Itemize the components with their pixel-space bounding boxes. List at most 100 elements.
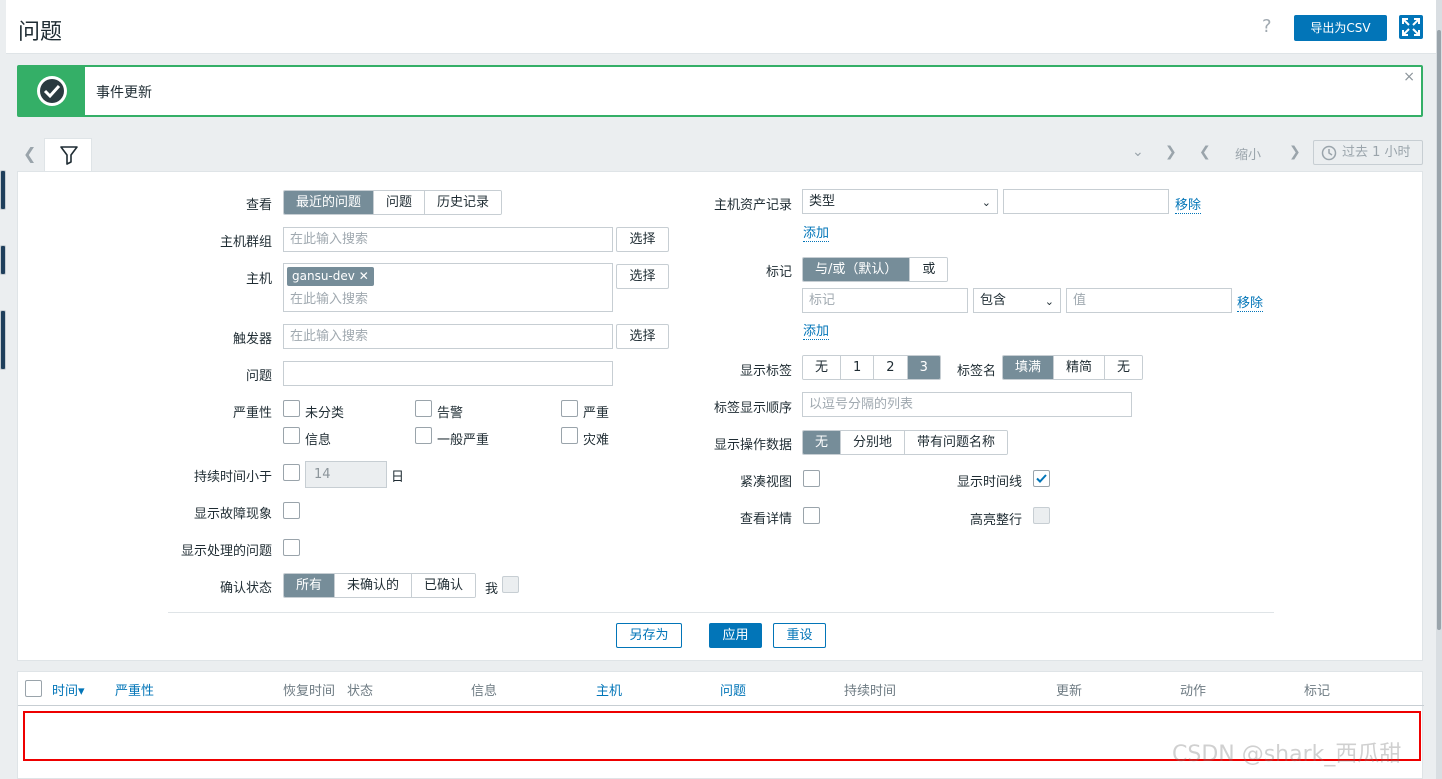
- tag-name-option-full[interactable]: 填满: [1003, 356, 1055, 379]
- help-icon[interactable]: ?: [1262, 16, 1272, 37]
- highlight-row-checkbox[interactable]: [1033, 507, 1050, 524]
- inventory-label: 主机资产记录: [713, 198, 792, 213]
- compact-view-label: 紧凑视图: [739, 475, 792, 490]
- highlight-row-label: 高亮整行: [969, 513, 1022, 528]
- opdata-option-with-name[interactable]: 带有问题名称: [905, 431, 1008, 454]
- severity-high-checkbox[interactable]: [561, 400, 578, 417]
- filter-tab[interactable]: [44, 138, 92, 173]
- host-chip: gansu-dev ✕: [287, 267, 374, 286]
- tag-operator-select[interactable]: 包含 ⌄: [973, 288, 1061, 313]
- table-header-divider: [18, 705, 1424, 706]
- show-tags-option-none[interactable]: 无: [803, 356, 842, 379]
- tag-name-option-none[interactable]: 无: [1105, 356, 1143, 379]
- close-icon[interactable]: ×: [1403, 69, 1415, 85]
- tag-name-option-short[interactable]: 精简: [1054, 356, 1106, 379]
- age-unit-label: 日: [391, 470, 405, 485]
- severity-option-label: 一般严重: [437, 433, 490, 448]
- tag-name-format-segmented: 填满 精简 无: [1002, 355, 1144, 380]
- apply-button[interactable]: 应用: [709, 623, 762, 648]
- page-title: 问题: [18, 20, 63, 45]
- severity-warning-checkbox[interactable]: [415, 400, 432, 417]
- ack-option-unacknowledged[interactable]: 未确认的: [335, 574, 413, 597]
- time-forward-icon[interactable]: ❯: [1289, 144, 1301, 160]
- show-tags-option-3[interactable]: 3: [907, 356, 940, 379]
- details-checkbox[interactable]: [803, 507, 820, 524]
- show-option-recent[interactable]: 最近的问题: [284, 191, 375, 214]
- column-header-time[interactable]: 时间▾: [52, 680, 85, 699]
- sidebar-edge-segment: [0, 170, 6, 210]
- host-groups-input[interactable]: 在此输入搜索: [283, 227, 613, 252]
- vertical-scrollbar[interactable]: [1436, 0, 1442, 779]
- show-opdata-segmented: 无 分别地 带有问题名称: [802, 430, 1009, 455]
- column-header-info: 信息: [471, 684, 498, 699]
- scrollbar-thumb[interactable]: [1437, 30, 1441, 630]
- ack-me-checkbox[interactable]: [502, 576, 519, 593]
- time-back-icon[interactable]: ❮: [1199, 144, 1211, 160]
- severity-disaster-checkbox[interactable]: [561, 427, 578, 444]
- severity-average-checkbox[interactable]: [415, 427, 432, 444]
- tag-priority-input[interactable]: 以逗号分隔的列表: [802, 392, 1132, 417]
- severity-information-checkbox[interactable]: [283, 427, 300, 444]
- host-groups-select-button[interactable]: 选择: [616, 227, 669, 252]
- select-all-checkbox[interactable]: [25, 680, 42, 697]
- fullscreen-icon[interactable]: [1399, 15, 1423, 39]
- show-symptoms-checkbox[interactable]: [283, 502, 300, 519]
- triggers-input[interactable]: 在此输入搜索: [283, 324, 613, 349]
- problem-input[interactable]: [283, 361, 613, 386]
- tag-name-input[interactable]: 标记: [802, 288, 968, 313]
- clock-icon: [1321, 145, 1337, 161]
- show-option-history[interactable]: 历史记录: [425, 191, 502, 214]
- severity-not-classified-checkbox[interactable]: [283, 400, 300, 417]
- show-tags-option-2[interactable]: 2: [874, 356, 908, 379]
- tag-remove-link[interactable]: 移除: [1237, 292, 1264, 312]
- compact-view-checkbox[interactable]: [803, 470, 820, 487]
- opdata-option-none[interactable]: 无: [803, 431, 842, 454]
- success-icon-box: [19, 67, 85, 115]
- inventory-value-input[interactable]: [1003, 189, 1169, 214]
- show-timeline-checkbox[interactable]: [1033, 470, 1050, 487]
- save-as-button[interactable]: 另存为: [616, 623, 682, 648]
- triggers-select-button[interactable]: 选择: [616, 324, 669, 349]
- tag-priority-label: 标签显示顺序: [713, 401, 792, 416]
- chevron-down-icon[interactable]: ⌄: [1132, 144, 1144, 160]
- inventory-add-link[interactable]: 添加: [803, 222, 830, 242]
- time-period-button[interactable]: 过去 1 小时: [1313, 140, 1423, 165]
- column-header-host[interactable]: 主机: [596, 680, 622, 699]
- chip-remove-icon[interactable]: ✕: [359, 269, 369, 283]
- show-opdata-label: 显示操作数据: [713, 438, 792, 453]
- show-suppressed-checkbox[interactable]: [283, 539, 300, 556]
- column-header-duration: 持续时间: [844, 684, 897, 699]
- chevron-right-icon[interactable]: ❯: [1165, 144, 1177, 160]
- tags-option-andor[interactable]: 与/或（默认）: [803, 258, 911, 281]
- show-tags-option-1[interactable]: 1: [841, 356, 875, 379]
- ack-option-all[interactable]: 所有: [284, 574, 336, 597]
- tag-value-input[interactable]: 值: [1066, 288, 1232, 313]
- hosts-select-button[interactable]: 选择: [616, 264, 669, 289]
- column-header-status: 状态: [347, 684, 374, 699]
- reset-button[interactable]: 重设: [773, 623, 826, 648]
- column-header-severity[interactable]: 严重性: [115, 680, 154, 699]
- zoom-out-button[interactable]: 缩小: [1235, 144, 1261, 163]
- inventory-field-value: 类型: [809, 194, 836, 209]
- age-days-input[interactable]: 14: [305, 461, 387, 488]
- hosts-input[interactable]: gansu-dev ✕ 在此输入搜索: [283, 263, 613, 312]
- severity-option-label: 未分类: [305, 406, 345, 421]
- sidebar-edge-segment: [0, 310, 6, 370]
- watermark: CSDN @shark_西瓜甜: [1172, 742, 1402, 767]
- show-symptoms-label: 显示故障现象: [193, 507, 272, 522]
- ack-status-segmented: 所有 未确认的 已确认: [283, 573, 477, 598]
- inventory-remove-link[interactable]: 移除: [1175, 194, 1202, 214]
- time-period-label: 过去 1 小时: [1342, 145, 1411, 160]
- ack-option-acknowledged[interactable]: 已确认: [412, 574, 476, 597]
- column-header-problem[interactable]: 问题: [720, 680, 746, 699]
- show-option-problems[interactable]: 问题: [374, 191, 426, 214]
- export-csv-button[interactable]: 导出为CSV: [1294, 15, 1387, 41]
- age-checkbox[interactable]: [283, 464, 300, 481]
- tag-add-link[interactable]: 添加: [803, 320, 830, 340]
- tags-option-or[interactable]: 或: [910, 258, 948, 281]
- inventory-field-select[interactable]: 类型 ⌄: [802, 189, 998, 214]
- chevron-left-icon[interactable]: ❮: [23, 144, 36, 163]
- show-suppressed-label: 显示处理的问题: [180, 544, 272, 559]
- opdata-option-separately[interactable]: 分别地: [841, 431, 906, 454]
- column-header-update: 更新: [1056, 684, 1083, 699]
